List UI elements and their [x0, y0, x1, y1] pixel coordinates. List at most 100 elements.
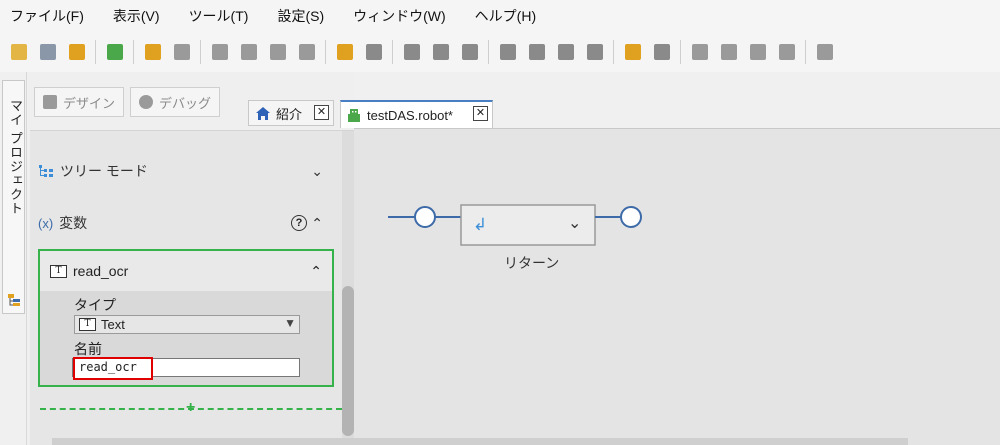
- debug-mode-button[interactable]: デバッグ: [130, 87, 221, 117]
- add-robot-icon: [106, 44, 123, 60]
- menu-settings[interactable]: 設定(S): [277, 6, 324, 26]
- flow-port-in[interactable]: [414, 206, 436, 228]
- tab-intro-label: 紹介: [276, 106, 303, 122]
- variables-label: 変数: [59, 215, 88, 231]
- run-icon: [336, 44, 353, 60]
- my-project-label: マイ プロジェクト: [8, 99, 23, 216]
- tree-mode-icon: [39, 165, 53, 177]
- project-tree-icon: [8, 294, 20, 306]
- menu-help[interactable]: ヘルプ(H): [475, 6, 536, 26]
- type-select-value: Text: [101, 317, 125, 332]
- step-into-icon: [499, 44, 516, 60]
- paste-button[interactable]: [267, 41, 289, 63]
- toolbar: [0, 32, 1000, 72]
- toolbar-separator: [95, 40, 96, 64]
- zoom-in-icon: [691, 44, 708, 60]
- add-icon[interactable]: +: [186, 399, 195, 417]
- toolbar-separator: [488, 40, 489, 64]
- design-mode-button[interactable]: デザイン: [34, 87, 125, 117]
- flow-canvas[interactable]: ↲ ⌄ リターン: [354, 128, 1000, 445]
- name-input[interactable]: read_ocr: [72, 357, 300, 380]
- variables-section[interactable]: (x) 変数 ? ⌃: [30, 197, 341, 249]
- mode-switch: デザイン デバッグ: [34, 87, 221, 117]
- step-out-icon: [557, 44, 574, 60]
- home-icon: [256, 106, 270, 120]
- type-select[interactable]: T Text ▼: [74, 315, 300, 334]
- my-project-tab[interactable]: マイ プロジェクト: [2, 80, 25, 314]
- chevron-up-icon[interactable]: ⌃: [311, 215, 323, 232]
- name-label: 名前: [74, 341, 102, 357]
- cut-icon: [240, 44, 257, 60]
- name-input-value: read_ocr: [73, 357, 153, 380]
- settings-button[interactable]: [814, 41, 836, 63]
- tag-icon: [624, 44, 641, 60]
- expand-icon: [778, 44, 795, 60]
- canvas-hscrollbar[interactable]: [52, 438, 908, 445]
- chevron-down-icon[interactable]: ⌄: [568, 213, 581, 233]
- close-icon[interactable]: ✕: [473, 106, 488, 121]
- paste-icon: [269, 44, 286, 60]
- undo-button[interactable]: [142, 41, 164, 63]
- play-button[interactable]: [430, 41, 452, 63]
- sync-button[interactable]: [66, 41, 88, 63]
- menu-window[interactable]: ウィンドウ(W): [353, 6, 446, 26]
- flow-diagram: [388, 204, 642, 246]
- step-back-button[interactable]: [401, 41, 423, 63]
- zoom-out-button[interactable]: [718, 41, 740, 63]
- step-over-button[interactable]: [526, 41, 548, 63]
- copy-icon: [211, 44, 228, 60]
- copy-button[interactable]: [209, 41, 231, 63]
- step-into-button[interactable]: [497, 41, 519, 63]
- toolbar-separator: [325, 40, 326, 64]
- type-label: タイプ: [74, 297, 116, 313]
- save-all-icon: [39, 44, 56, 60]
- add-robot-button[interactable]: [104, 41, 126, 63]
- redo-icon: [173, 44, 190, 60]
- save-all-button[interactable]: [37, 41, 59, 63]
- bug-icon: [139, 95, 154, 109]
- menu-tools[interactable]: ツール(T): [189, 6, 249, 26]
- menu-view[interactable]: 表示(V): [113, 6, 160, 26]
- fit-button[interactable]: [747, 41, 769, 63]
- pause-button[interactable]: [459, 41, 481, 63]
- step-out-button[interactable]: [555, 41, 577, 63]
- open-folder-button[interactable]: [8, 41, 30, 63]
- menu-bar: ファイル(F) 表示(V) ツール(T) 設定(S) ウィンドウ(W) ヘルプ(…: [0, 0, 1000, 32]
- tag-button[interactable]: [622, 41, 644, 63]
- close-icon[interactable]: ✕: [314, 105, 329, 120]
- delete-button[interactable]: [296, 41, 318, 63]
- design-icon: [43, 95, 57, 109]
- menu-file[interactable]: ファイル(F): [10, 6, 84, 26]
- panel-body: ツリー モード ⌄ (x) 変数 ? ⌃ T read_ocr ⌃ タイプ T …: [30, 130, 354, 445]
- cut-button[interactable]: [238, 41, 260, 63]
- step-over-icon: [528, 44, 545, 60]
- run-button[interactable]: [334, 41, 356, 63]
- flow-port-out[interactable]: [620, 206, 642, 228]
- text-type-icon: T: [79, 318, 96, 331]
- variable-header[interactable]: T read_ocr ⌃: [40, 251, 332, 291]
- help-icon[interactable]: ?: [291, 215, 307, 231]
- stop-button[interactable]: [363, 41, 385, 63]
- zoom-in-button[interactable]: [689, 41, 711, 63]
- target-button[interactable]: [651, 41, 673, 63]
- chevron-up-icon[interactable]: ⌃: [310, 263, 322, 280]
- tree-mode-label: ツリー モード: [60, 163, 148, 179]
- side-strip: マイ プロジェクト: [0, 72, 27, 445]
- panel-scrollbar[interactable]: [342, 131, 354, 445]
- tree-mode-section[interactable]: ツリー モード ⌄: [30, 145, 341, 197]
- left-panel: デザイン デバッグ ツリー モード ⌄ (x) 変数 ? ⌃ T read_oc…: [28, 72, 354, 445]
- scroll-thumb[interactable]: [342, 286, 354, 436]
- resume-button[interactable]: [584, 41, 606, 63]
- tab-intro[interactable]: 紹介 ✕: [248, 100, 334, 126]
- redo-button[interactable]: [171, 41, 193, 63]
- toolbar-separator: [392, 40, 393, 64]
- editor-tabs: 紹介 ✕ testDAS.robot* ✕: [248, 72, 1000, 128]
- chevron-down-icon[interactable]: ⌄: [311, 163, 323, 180]
- fit-icon: [749, 44, 766, 60]
- variables-icon: (x): [38, 215, 54, 231]
- expand-button[interactable]: [776, 41, 798, 63]
- undo-icon: [144, 44, 161, 60]
- tab-testdas-robot[interactable]: testDAS.robot* ✕: [340, 100, 493, 128]
- toolbar-separator: [613, 40, 614, 64]
- resume-icon: [586, 44, 603, 60]
